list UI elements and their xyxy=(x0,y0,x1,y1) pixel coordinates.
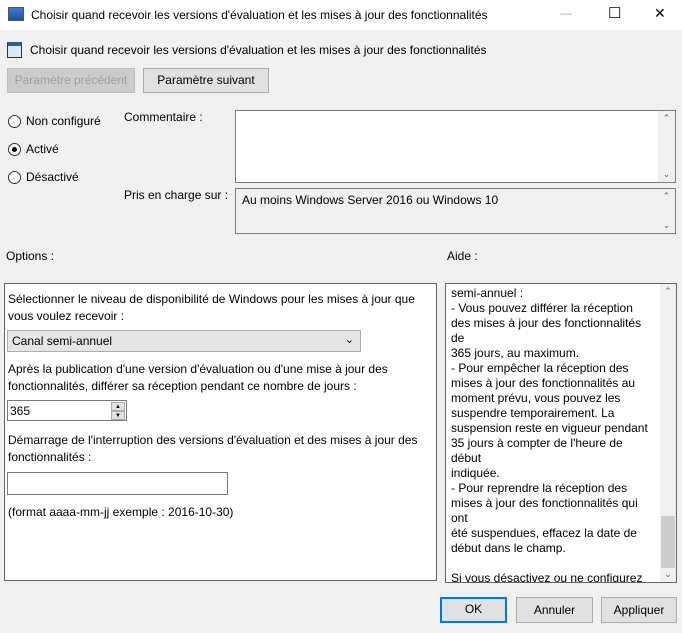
help-text: semi-annuel : - Vous pouvez différer la … xyxy=(451,286,648,583)
supported-on-box: Au moins Windows Server 2016 ou Windows … xyxy=(235,188,676,234)
options-label: Options : xyxy=(6,249,55,263)
supported-scrollbar[interactable]: ⌃ ⌄ xyxy=(658,189,675,233)
defer-text: Après la publication d'une version d'éva… xyxy=(8,362,388,393)
maximize-button[interactable]: ☐ xyxy=(608,4,621,22)
policy-title: Choisir quand recevoir les versions d'év… xyxy=(30,43,487,57)
apply-button[interactable]: Appliquer xyxy=(601,597,677,623)
cancel-button[interactable]: Annuler xyxy=(516,597,593,623)
radio-disabled[interactable]: Désactivé xyxy=(8,170,79,184)
comment-label: Commentaire : xyxy=(124,110,203,124)
radio-circle xyxy=(8,142,21,156)
help-scrollbar[interactable]: ⌃ ⌄ xyxy=(660,284,676,582)
channel-select-value: Canal semi-annuel xyxy=(12,334,113,348)
supported-label: Pris en charge sur : xyxy=(124,188,229,202)
window-title: Choisir quand recevoir les versions d'év… xyxy=(31,8,488,22)
stepper-down-icon[interactable]: ▼ xyxy=(111,411,125,420)
help-label: Aide : xyxy=(447,249,478,263)
comment-textarea[interactable]: ⌃ ⌄ xyxy=(235,110,676,183)
comment-scrollbar[interactable]: ⌃ ⌄ xyxy=(658,111,675,182)
ok-button[interactable]: OK xyxy=(440,597,507,623)
pause-date-input[interactable] xyxy=(7,472,228,495)
radio-label: Activé xyxy=(26,142,59,156)
minimize-button[interactable]: — xyxy=(560,6,572,20)
chevron-down-icon: ⌄ xyxy=(344,334,354,346)
title-bar: Choisir quand recevoir les versions d'év… xyxy=(0,0,682,30)
radio-enabled[interactable]: Activé xyxy=(8,142,59,156)
radio-not-configured[interactable]: Non configuré xyxy=(8,114,101,128)
stepper-up-icon[interactable]: ▲ xyxy=(111,402,125,411)
channel-select[interactable]: Canal semi-annuel ⌄ xyxy=(7,330,361,352)
level-text: Sélectionner le niveau de disponibilité … xyxy=(8,292,415,323)
supported-value: Au moins Windows Server 2016 ou Windows … xyxy=(242,193,499,207)
scrollbar-thumb[interactable] xyxy=(661,516,675,568)
defer-days-value: 365 xyxy=(10,404,31,418)
help-panel: semi-annuel : - Vous pouvez différer la … xyxy=(445,283,677,583)
previous-setting-button[interactable]: Paramètre précédent xyxy=(7,68,135,93)
radio-label: Non configuré xyxy=(26,114,101,128)
options-panel: Sélectionner le niveau de disponibilité … xyxy=(4,283,437,581)
radio-label: Désactivé xyxy=(26,170,79,184)
app-icon xyxy=(8,7,24,21)
pause-text: Démarrage de l'interruption des versions… xyxy=(8,433,418,464)
next-setting-button[interactable]: Paramètre suivant xyxy=(143,68,269,93)
radio-circle xyxy=(8,114,21,128)
radio-circle xyxy=(8,170,21,184)
close-button[interactable]: ✕ xyxy=(654,5,666,22)
defer-days-stepper[interactable]: 365 ▲ ▼ xyxy=(7,400,127,421)
format-hint: (format aaaa-mm-jj exemple : 2016-10-30) xyxy=(8,505,234,519)
policy-icon xyxy=(7,42,22,58)
